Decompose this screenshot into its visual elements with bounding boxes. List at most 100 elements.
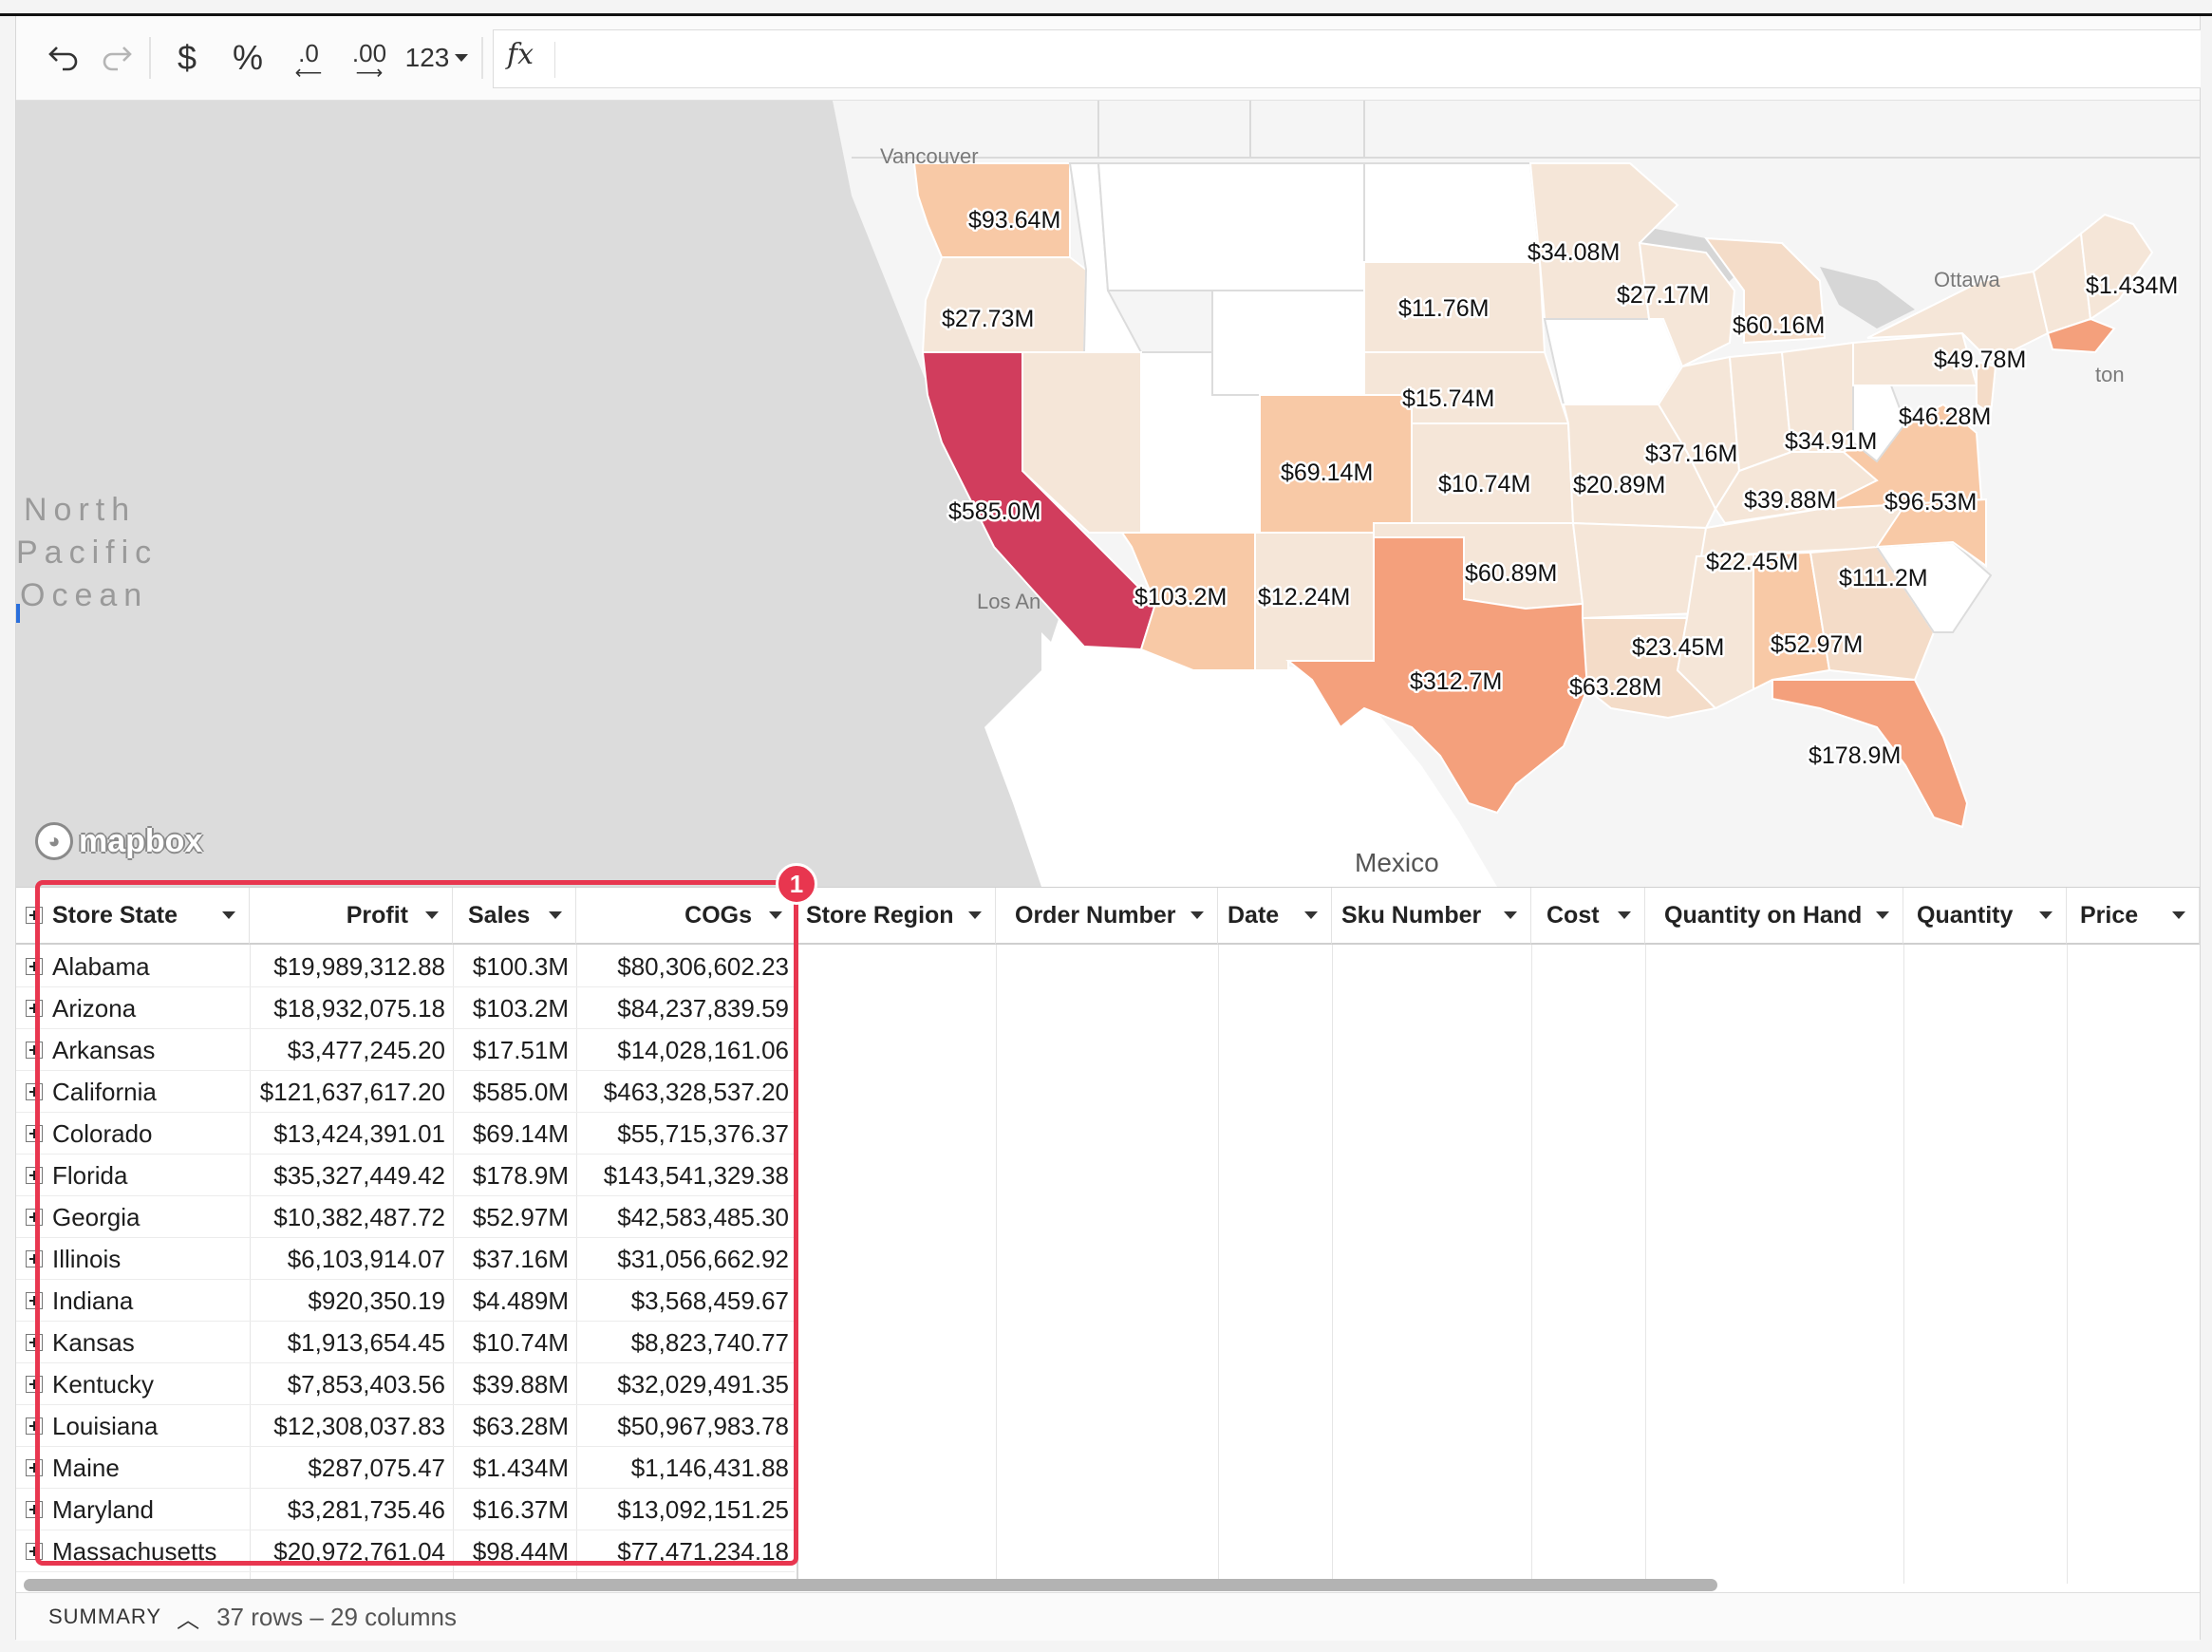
chevron-down-icon[interactable]: [2039, 911, 2053, 919]
cell-profit[interactable]: $13,424,391.01: [250, 1113, 453, 1155]
summary-toggle[interactable]: SUMMARY: [48, 1605, 161, 1629]
cell-store-state[interactable]: Massachusetts: [16, 1530, 250, 1572]
cell-cogs[interactable]: $84,237,839.59: [576, 987, 797, 1029]
cell-sales[interactable]: $1.434M: [453, 1447, 576, 1489]
table-row[interactable]: Alabama $19,989,312.88 $100.3M $80,306,602.…: [16, 946, 795, 987]
chevron-down-icon[interactable]: [1618, 911, 1631, 919]
cell-store-state[interactable]: Illinois: [16, 1238, 250, 1280]
expand-row-icon[interactable]: [26, 1000, 43, 1017]
chevron-down-icon[interactable]: [222, 911, 235, 919]
cell-profit[interactable]: $121,637,617.20: [250, 1071, 453, 1113]
cell-sales[interactable]: $178.9M: [453, 1155, 576, 1196]
table-row[interactable]: Kansas $1,913,654.45 $10.74M $8,823,740.77: [16, 1322, 795, 1363]
table-row[interactable]: Indiana $920,350.19 $4.489M $3,568,459.67: [16, 1280, 795, 1322]
expand-row-icon[interactable]: [26, 1250, 43, 1267]
cell-cogs[interactable]: $13,092,151.25: [576, 1489, 797, 1530]
expand-row-icon[interactable]: [26, 1167, 43, 1184]
cell-sales[interactable]: $17.51M: [453, 1029, 576, 1071]
cell-profit[interactable]: $18,932,075.18: [250, 987, 453, 1029]
cell-cogs[interactable]: $463,328,537.20: [576, 1071, 797, 1113]
column-header-profit[interactable]: Profit: [250, 888, 453, 945]
expand-row-icon[interactable]: [26, 1042, 43, 1059]
column-header-store-region[interactable]: Store Region: [797, 888, 996, 945]
cell-sales[interactable]: $585.0M: [453, 1071, 576, 1113]
column-header-order-number[interactable]: Order Number: [996, 888, 1218, 945]
cell-cogs[interactable]: $42,583,485.30: [576, 1196, 797, 1238]
cell-profit[interactable]: $20,972,761.04: [250, 1530, 453, 1572]
cell-profit[interactable]: $19,989,312.88: [250, 946, 453, 987]
cell-store-state[interactable]: Maine: [16, 1447, 250, 1489]
table-row[interactable]: Florida $35,327,449.42 $178.9M $143,541,329…: [16, 1155, 795, 1196]
column-header-cost[interactable]: Cost: [1531, 888, 1645, 945]
cell-store-state[interactable]: Indiana: [16, 1280, 250, 1322]
table-row[interactable]: Louisiana $12,308,037.83 $63.28M $50,967,98…: [16, 1405, 795, 1447]
cell-sales[interactable]: $103.2M: [453, 987, 576, 1029]
cell-sales[interactable]: $100.3M: [453, 946, 576, 987]
cell-sales[interactable]: $69.14M: [453, 1113, 576, 1155]
decrease-decimals-button[interactable]: .0 ⟵: [284, 33, 333, 83]
table-row[interactable]: Kentucky $7,853,403.56 $39.88M $32,029,491.…: [16, 1363, 795, 1405]
expand-row-icon[interactable]: [26, 1543, 43, 1560]
cell-store-state[interactable]: California: [16, 1071, 250, 1113]
undo-icon[interactable]: [41, 33, 86, 83]
cell-sales[interactable]: $98.44M: [453, 1530, 576, 1572]
cell-store-state[interactable]: Colorado: [16, 1113, 250, 1155]
expand-row-icon[interactable]: [26, 958, 43, 975]
cell-cogs[interactable]: $55,715,376.37: [576, 1113, 797, 1155]
cell-profit[interactable]: $7,853,403.56: [250, 1363, 453, 1405]
redo-icon[interactable]: [94, 33, 140, 83]
region-map[interactable]: Vancouver Ottawa Los An ton North Pacifi…: [16, 101, 2200, 887]
cell-profit[interactable]: $10,382,487.72: [250, 1196, 453, 1238]
percent-format-button[interactable]: %: [223, 33, 272, 83]
column-header-date[interactable]: Date: [1218, 888, 1332, 945]
cell-sales[interactable]: $10.74M: [453, 1322, 576, 1363]
expand-row-icon[interactable]: [26, 1083, 43, 1100]
cell-profit[interactable]: $12,308,037.83: [250, 1405, 453, 1447]
chevron-down-icon[interactable]: [425, 911, 439, 919]
cell-profit[interactable]: $3,281,735.46: [250, 1489, 453, 1530]
chevron-up-icon[interactable]: ︿: [177, 1601, 199, 1634]
expand-row-icon[interactable]: [26, 1501, 43, 1518]
column-header-sales[interactable]: Sales: [453, 888, 576, 945]
table-row[interactable]: Maryland $3,281,735.46 $16.37M $13,092,151.…: [16, 1489, 795, 1530]
chevron-down-icon[interactable]: [968, 911, 982, 919]
column-header-store-state[interactable]: Store State: [16, 888, 250, 945]
cell-sales[interactable]: $52.97M: [453, 1196, 576, 1238]
expand-row-icon[interactable]: [26, 1376, 43, 1393]
cell-cogs[interactable]: $8,823,740.77: [576, 1322, 797, 1363]
cell-store-state[interactable]: Arizona: [16, 987, 250, 1029]
cell-cogs[interactable]: $14,028,161.06: [576, 1029, 797, 1071]
cell-cogs[interactable]: $3,568,459.67: [576, 1280, 797, 1322]
expand-row-icon[interactable]: [26, 1292, 43, 1309]
column-header-quantity-on-hand[interactable]: Quantity on Hand: [1645, 888, 1903, 945]
cell-profit[interactable]: $287,075.47: [250, 1447, 453, 1489]
cell-profit[interactable]: $35,327,449.42: [250, 1155, 453, 1196]
formula-input[interactable]: [554, 42, 555, 78]
table-row[interactable]: Arkansas $3,477,245.20 $17.51M $14,028,161.…: [16, 1029, 795, 1071]
chevron-down-icon[interactable]: [2172, 911, 2185, 919]
cell-store-state[interactable]: Kentucky: [16, 1363, 250, 1405]
cell-profit[interactable]: $920,350.19: [250, 1280, 453, 1322]
cell-store-state[interactable]: Georgia: [16, 1196, 250, 1238]
table-row[interactable]: Massachusetts $20,972,761.04 $98.44M $77,47…: [16, 1530, 795, 1572]
expand-all-icon[interactable]: [26, 907, 43, 924]
cell-sales[interactable]: $37.16M: [453, 1238, 576, 1280]
cell-store-state[interactable]: Kansas: [16, 1322, 250, 1363]
cell-cogs[interactable]: $143,541,329.38: [576, 1155, 797, 1196]
cell-store-state[interactable]: Alabama: [16, 946, 250, 987]
cell-profit[interactable]: $1,913,654.45: [250, 1322, 453, 1363]
chevron-down-icon[interactable]: [549, 911, 562, 919]
table-row[interactable]: Illinois $6,103,914.07 $37.16M $31,056,662.…: [16, 1238, 795, 1280]
cell-sales[interactable]: $63.28M: [453, 1405, 576, 1447]
table-row[interactable]: Georgia $10,382,487.72 $52.97M $42,583,485.…: [16, 1196, 795, 1238]
number-format-dropdown[interactable]: 123: [400, 33, 474, 83]
chevron-down-icon[interactable]: [1190, 911, 1204, 919]
chevron-down-icon[interactable]: [1304, 911, 1318, 919]
table-row[interactable]: Arizona $18,932,075.18 $103.2M $84,237,839.…: [16, 987, 795, 1029]
cell-sales[interactable]: $16.37M: [453, 1489, 576, 1530]
column-header-cogs[interactable]: COGs: [576, 888, 797, 945]
expand-row-icon[interactable]: [26, 1334, 43, 1351]
formula-bar[interactable]: fx: [493, 29, 2201, 88]
cell-cogs[interactable]: $80,306,602.23: [576, 946, 797, 987]
chevron-down-icon[interactable]: [1504, 911, 1517, 919]
